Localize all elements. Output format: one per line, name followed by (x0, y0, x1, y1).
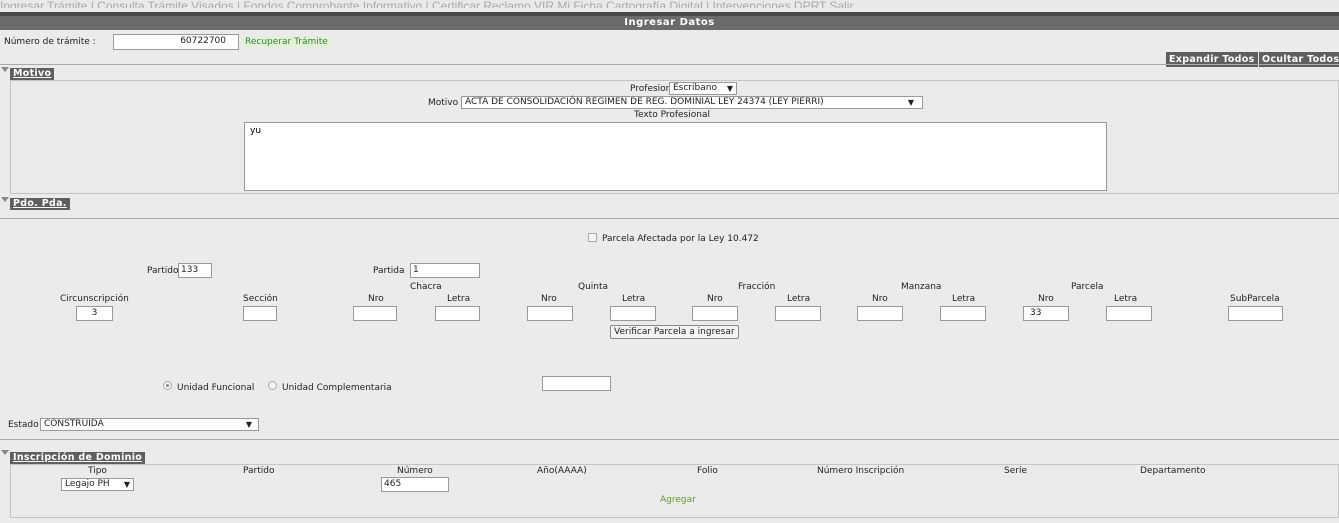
unidad-funcional-radio[interactable] (163, 381, 172, 390)
page-title: Ingresar Datos (0, 12, 1339, 30)
manzana-label: Manzana (901, 282, 942, 292)
tramite-number-input[interactable]: 60722700 (113, 34, 239, 50)
motivo-label: Motivo (428, 98, 459, 108)
fraccion-nro-input[interactable] (692, 306, 738, 321)
col-numero: Número (397, 466, 433, 476)
estado-select[interactable]: CONSTRUIDA ▼ (40, 418, 259, 431)
chacra-nro-label: Nro (368, 294, 384, 304)
subparcela-input[interactable] (1228, 306, 1283, 321)
divider (0, 439, 1339, 440)
manzana-nro-label: Nro (872, 294, 888, 304)
dropdown-arrow-icon: ▼ (907, 98, 914, 107)
section-header-pdo-pda[interactable]: Pdo. Pda. (10, 198, 70, 210)
dropdown-arrow-icon: ▼ (726, 84, 733, 93)
texto-profesional-textarea[interactable] (244, 122, 1107, 191)
estado-label: Estado (8, 420, 39, 430)
circunscripcion-label: Circunscripción (60, 294, 129, 304)
recover-tramite-button[interactable]: Recuperar Trámite (242, 36, 331, 48)
unidad-input[interactable] (542, 376, 611, 391)
chacra-nro-input[interactable] (353, 306, 397, 321)
section-header-inscripcion[interactable]: Inscripción de Dominio (10, 452, 146, 464)
estado-select-value: CONSTRUIDA (44, 419, 104, 429)
dropdown-arrow-icon: ▼ (123, 480, 130, 489)
circunscripcion-input[interactable]: 3 (76, 306, 113, 321)
quinta-label: Quinta (578, 282, 609, 292)
seccion-input[interactable] (243, 306, 277, 321)
collapse-triangle-icon[interactable] (1, 67, 9, 72)
tipo-select-value: Legajo PH (65, 479, 110, 489)
agregar-link[interactable]: Agregar (660, 495, 696, 505)
divider (0, 218, 1339, 219)
chacra-label: Chacra (410, 282, 442, 292)
chacra-letra-label: Letra (447, 294, 471, 304)
partido-label: Partido (147, 266, 179, 276)
col-departamento: Departamento (1140, 466, 1206, 476)
quinta-nro-input[interactable] (527, 306, 573, 321)
partida-label: Partida (373, 266, 405, 276)
collapse-triangle-icon[interactable] (1, 197, 9, 202)
collapse-triangle-icon[interactable] (1, 450, 9, 455)
verificar-parcela-button[interactable]: Verificar Parcela a ingresar (610, 325, 739, 339)
manzana-nro-input[interactable] (857, 306, 903, 321)
quinta-letra-input[interactable] (610, 306, 656, 321)
section-header-motivo[interactable]: Motivo (10, 68, 55, 80)
manzana-letra-input[interactable] (940, 306, 986, 321)
tramite-label: Número de trámite : (4, 37, 96, 47)
unidad-complementaria-label: Unidad Complementaria (282, 383, 392, 393)
fraccion-nro-label: Nro (707, 294, 723, 304)
unidad-complementaria-radio[interactable] (268, 381, 277, 390)
col-numero-inscripcion: Número Inscripción (817, 466, 905, 476)
texto-profesional-label: Texto Profesional (634, 110, 710, 120)
manzana-letra-label: Letra (952, 294, 976, 304)
partida-input[interactable]: 1 (410, 263, 480, 278)
quinta-nro-label: Nro (541, 294, 557, 304)
col-folio: Folio (697, 466, 718, 476)
top-navigation[interactable]: Ingresar Trámite | Consulta Trámite Visa… (0, 0, 1339, 8)
motivo-select-value: ACTA DE CONSOLIDACIÓN REGIMEN DE REG. DO… (465, 97, 824, 107)
profesional-select[interactable]: Escribano ▼ (669, 82, 737, 95)
parcela-label: Parcela (1071, 282, 1104, 292)
quinta-letra-label: Letra (622, 294, 646, 304)
chacra-letra-input[interactable] (435, 306, 480, 321)
subparcela-label: SubParcela (1230, 294, 1280, 304)
parcela-letra-label: Letra (1114, 294, 1138, 304)
parcela-afectada-checkbox[interactable] (588, 233, 597, 242)
col-anio: Año(AAAA) (537, 466, 587, 476)
parcela-letra-input[interactable] (1106, 306, 1152, 321)
profesional-select-value: Escribano (673, 83, 717, 93)
parcela-nro-input[interactable]: 33 (1023, 306, 1069, 321)
col-serie: Serie (1004, 466, 1027, 476)
fraccion-letra-label: Letra (787, 294, 811, 304)
fraccion-letra-input[interactable] (775, 306, 821, 321)
numero-input[interactable]: 465 (381, 477, 449, 492)
parcela-afectada-label: Parcela Afectada por la Ley 10.472 (602, 234, 759, 244)
parcela-nro-label: Nro (1038, 294, 1054, 304)
col-tipo: Tipo (88, 466, 107, 476)
partido-input[interactable]: 133 (178, 263, 212, 278)
dropdown-arrow-icon: ▼ (245, 420, 252, 429)
fraccion-label: Fracción (738, 282, 776, 292)
motivo-select[interactable]: ACTA DE CONSOLIDACIÓN REGIMEN DE REG. DO… (461, 96, 923, 109)
seccion-label: Sección (243, 294, 278, 304)
col-partido: Partido (243, 466, 275, 476)
top-navigation-text[interactable]: Ingresar Trámite | Consulta Trámite Visa… (0, 0, 853, 8)
unidad-funcional-label: Unidad Funcional (177, 383, 255, 393)
tipo-select[interactable]: Legajo PH ▼ (61, 478, 134, 491)
divider (0, 64, 1339, 65)
